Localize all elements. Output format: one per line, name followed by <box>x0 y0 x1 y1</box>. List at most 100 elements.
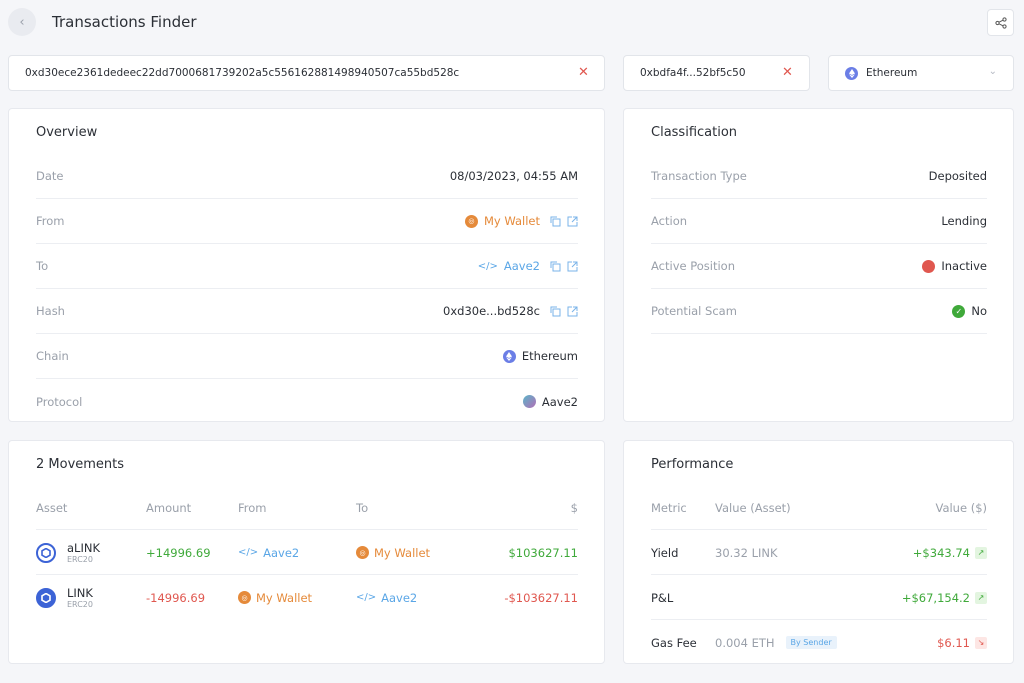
chain-select-value: Ethereum <box>866 67 918 79</box>
address-search-input[interactable]: 0xbdfa4f...52bf5c50 ✕ <box>623 55 810 91</box>
from-link[interactable]: Aave2 <box>263 546 299 560</box>
date-value: 08/03/2023, 04:55 AM <box>449 169 578 183</box>
code-icon: </> <box>238 547 259 558</box>
share-button[interactable] <box>987 9 1014 36</box>
chevron-left-icon: ‹ <box>19 14 25 30</box>
row-label: Protocol <box>36 394 83 409</box>
classification-row-position: Active Position Inactive <box>651 244 987 289</box>
address-search-value: 0xbdfa4f...52bf5c50 <box>640 67 746 79</box>
chain-value: Ethereum <box>521 349 578 363</box>
ethereum-icon <box>845 66 858 80</box>
wallet-icon: ◎ <box>464 214 478 228</box>
action-value: Lending <box>941 214 987 228</box>
classification-row-type: Transaction Type Deposited <box>651 154 987 199</box>
metric-usd-value: +$67,154.2 <box>901 590 970 605</box>
asset-standard: ERC20 <box>67 600 93 609</box>
wallet-icon: ◎ <box>356 546 369 559</box>
overview-row-date: Date 08/03/2023, 04:55 AM <box>36 154 578 199</box>
arrow-up-right-icon: ↗ <box>975 591 987 604</box>
wallet-icon: ◎ <box>238 591 251 604</box>
performance-card: Performance Metric Value (Asset) Value (… <box>623 440 1014 664</box>
link-token-icon <box>36 587 56 608</box>
clear-address-icon[interactable]: ✕ <box>782 65 793 80</box>
movements-card: 2 Movements Asset Amount From To $ aLINK… <box>8 440 605 664</box>
chain-select[interactable]: Ethereum ⌄ <box>828 55 1014 91</box>
to-contract-link[interactable]: Aave2 <box>504 259 540 273</box>
row-label: Date <box>36 169 64 183</box>
share-icon <box>994 16 1007 29</box>
metric-label: Yield <box>651 545 679 560</box>
to-link[interactable]: Aave2 <box>381 591 417 605</box>
row-label: From <box>36 214 65 228</box>
protocol-value: Aave2 <box>541 394 578 409</box>
external-link-icon[interactable] <box>567 261 578 272</box>
table-header-divider <box>651 486 987 530</box>
row-label: Chain <box>36 349 69 363</box>
code-icon: </> <box>477 260 498 272</box>
metric-usd-value: $6.11 <box>937 635 970 650</box>
by-sender-badge: By Sender <box>785 636 837 649</box>
table-row: Gas Fee 0.004 ETH By Sender $6.11 ↘ <box>651 620 987 665</box>
external-link-icon[interactable] <box>567 216 578 227</box>
row-label: Action <box>651 214 688 228</box>
row-label: To <box>36 259 49 273</box>
to-link[interactable]: My Wallet <box>374 546 430 560</box>
chevron-down-icon: ⌄ <box>988 66 997 77</box>
classification-card: Classification Transaction Type Deposite… <box>623 108 1014 422</box>
overview-card: Overview Date 08/03/2023, 04:55 AM From … <box>8 108 605 422</box>
classification-title: Classification <box>651 125 738 140</box>
code-icon: </> <box>356 592 377 603</box>
amount-value: -14996.69 <box>146 590 206 605</box>
from-wallet-link[interactable]: My Wallet <box>484 214 540 228</box>
scam-value: No <box>971 304 987 318</box>
copy-icon[interactable] <box>550 306 561 317</box>
hash-search-value: 0xd30ece2361dedeec22dd7000681739202a5c55… <box>25 67 460 79</box>
table-row: aLINK ERC20 +14996.69 </> Aave2 ◎ My Wal… <box>36 530 578 575</box>
overview-row-to: To </> Aave2 <box>36 244 578 289</box>
classification-row-scam: Potential Scam ✓ No <box>651 289 987 334</box>
asset-standard: ERC20 <box>67 555 93 564</box>
metric-label: Gas Fee <box>651 635 697 650</box>
alink-token-icon <box>36 542 56 563</box>
copy-icon[interactable] <box>550 261 561 272</box>
arrow-down-right-icon: ↘ <box>975 636 987 649</box>
hash-search-input[interactable]: 0xd30ece2361dedeec22dd7000681739202a5c55… <box>8 55 605 91</box>
clear-hash-icon[interactable]: ✕ <box>578 65 589 80</box>
position-value: Inactive <box>941 259 987 273</box>
back-button[interactable]: ‹ <box>8 8 36 36</box>
performance-title: Performance <box>651 457 734 472</box>
copy-icon[interactable] <box>550 216 561 227</box>
type-value: Deposited <box>928 169 987 183</box>
row-label: Active Position <box>651 259 736 273</box>
external-link-icon[interactable] <box>567 306 578 317</box>
classification-row-action: Action Lending <box>651 199 987 244</box>
table-row: LINK ERC20 -14996.69 ◎ My Wallet </> Aav… <box>36 575 578 620</box>
table-row: Yield 30.32 LINK +$343.74 ↗ <box>651 530 987 575</box>
movements-title: 2 Movements <box>36 457 125 472</box>
amount-value: +14996.69 <box>146 545 211 560</box>
overview-row-hash: Hash 0xd30e...bd528c <box>36 289 578 334</box>
row-label: Potential Scam <box>651 304 737 318</box>
metric-asset-value: 0.004 ETH <box>715 635 775 650</box>
overview-row-protocol: Protocol Aave2 <box>36 379 578 424</box>
usd-value: $103627.11 <box>508 545 578 560</box>
table-row <box>36 486 578 530</box>
table-row: P&L +$67,154.2 ↗ <box>651 575 987 620</box>
inactive-status-icon <box>922 259 936 273</box>
overview-row-chain: Chain Ethereum <box>36 334 578 379</box>
overview-row-from: From ◎ My Wallet <box>36 199 578 244</box>
metric-label: P&L <box>651 590 674 605</box>
from-link[interactable]: My Wallet <box>256 591 312 605</box>
overview-title: Overview <box>36 125 98 140</box>
page-title: Transactions Finder <box>52 13 197 31</box>
aave-icon <box>522 395 536 408</box>
metric-usd-value: +$343.74 <box>912 545 970 560</box>
check-circle-icon: ✓ <box>952 304 966 318</box>
usd-value: -$103627.11 <box>504 590 578 605</box>
arrow-up-right-icon: ↗ <box>975 546 987 559</box>
hash-value: 0xd30e...bd528c <box>443 304 540 318</box>
metric-asset-value: 30.32 LINK <box>715 545 778 560</box>
asset-symbol: aLINK <box>67 541 100 555</box>
row-label: Transaction Type <box>651 169 747 183</box>
row-label: Hash <box>36 304 65 318</box>
